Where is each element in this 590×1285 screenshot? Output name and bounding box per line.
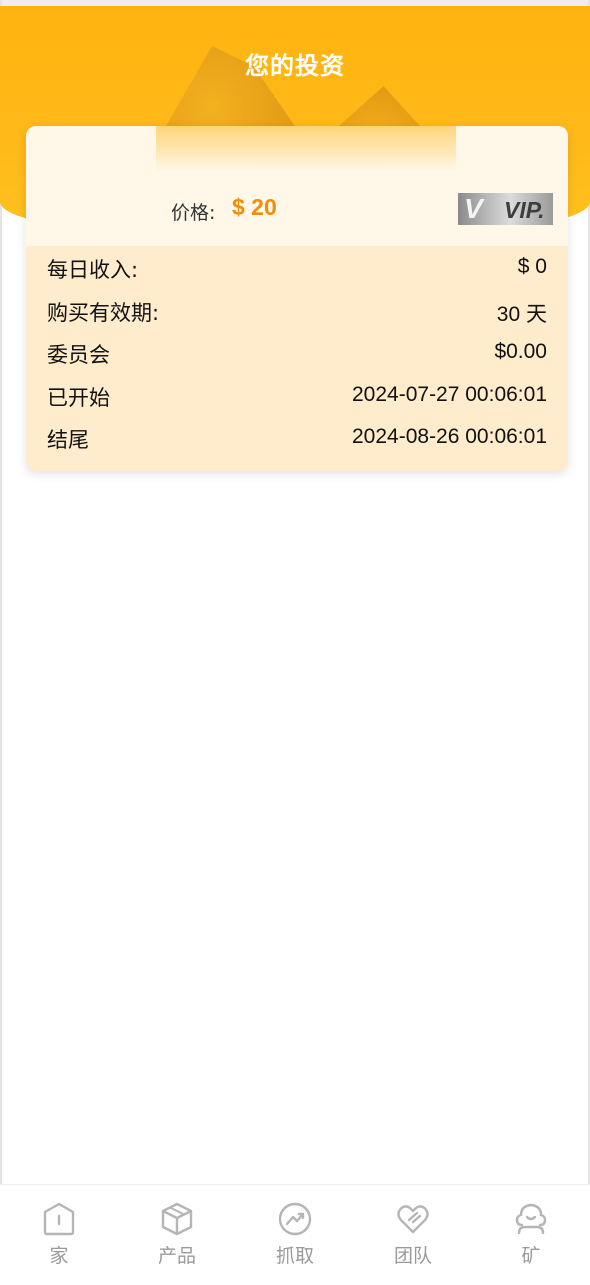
vip-logo-icon: V: [464, 193, 483, 224]
nav-item-grab[interactable]: 抓取: [236, 1185, 354, 1285]
detail-label: 结尾: [47, 428, 89, 453]
mine-icon: [515, 1203, 547, 1235]
detail-row-end: 结尾 2024-08-26 00:06:01: [26, 416, 568, 459]
card-header-image: [156, 126, 456, 172]
nav-item-mine[interactable]: 矿: [472, 1185, 590, 1285]
nav-label: 矿: [521, 1245, 541, 1267]
price-label: 价格:: [171, 202, 216, 224]
nav-label: 团队: [393, 1245, 432, 1267]
nav-label: 抓取: [275, 1245, 314, 1267]
nav-item-home[interactable]: 家: [0, 1185, 118, 1285]
investment-page: 您的投资 价格: $ 20 V VIP. 每日收入: $ 0 购买有效期: 30…: [0, 0, 590, 1285]
detail-label: 购买有效期:: [47, 300, 160, 325]
detail-row-validity: 购买有效期: 30 天: [26, 289, 568, 332]
bottom-nav: 家 产品 抓取 团队 矿: [0, 1184, 590, 1285]
detail-label: 已开始: [47, 385, 110, 410]
trend-icon: [278, 1202, 312, 1236]
nav-label: 产品: [157, 1245, 196, 1267]
detail-value: 30 天: [496, 302, 547, 326]
team-heart-icon: [397, 1205, 429, 1234]
detail-row-started: 已开始 2024-07-27 00:06:01: [26, 374, 568, 417]
home-icon: [43, 1202, 75, 1236]
box-icon: [161, 1202, 193, 1236]
detail-row-commission: 委员会 $0.00: [26, 331, 568, 374]
investment-details: 每日收入: $ 0 购买有效期: 30 天 委员会 $0.00 已开始 2024…: [26, 246, 568, 459]
investment-card[interactable]: 价格: $ 20 V VIP. 每日收入: $ 0 购买有效期: 30 天 委员…: [26, 126, 568, 471]
vip-badge-text: VIP.: [504, 197, 545, 223]
detail-row-daily-income: 每日收入: $ 0: [26, 246, 568, 289]
price-value: $ 20: [232, 194, 277, 220]
card-header: 价格: $ 20 V VIP.: [26, 126, 568, 246]
nav-label: 家: [49, 1245, 69, 1267]
nav-item-products[interactable]: 产品: [118, 1185, 236, 1285]
detail-value: $0.00: [494, 340, 547, 364]
detail-value: 2024-07-27 00:06:01: [352, 382, 547, 406]
detail-label: 每日收入:: [47, 258, 139, 282]
detail-value: 2024-08-26 00:06:01: [352, 425, 547, 449]
vip-badge: V VIP.: [458, 193, 553, 225]
nav-item-team[interactable]: 团队: [354, 1185, 472, 1285]
detail-label: 委员会: [47, 343, 110, 368]
page-title: 您的投资: [245, 52, 345, 80]
detail-value: $ 0: [517, 255, 547, 278]
